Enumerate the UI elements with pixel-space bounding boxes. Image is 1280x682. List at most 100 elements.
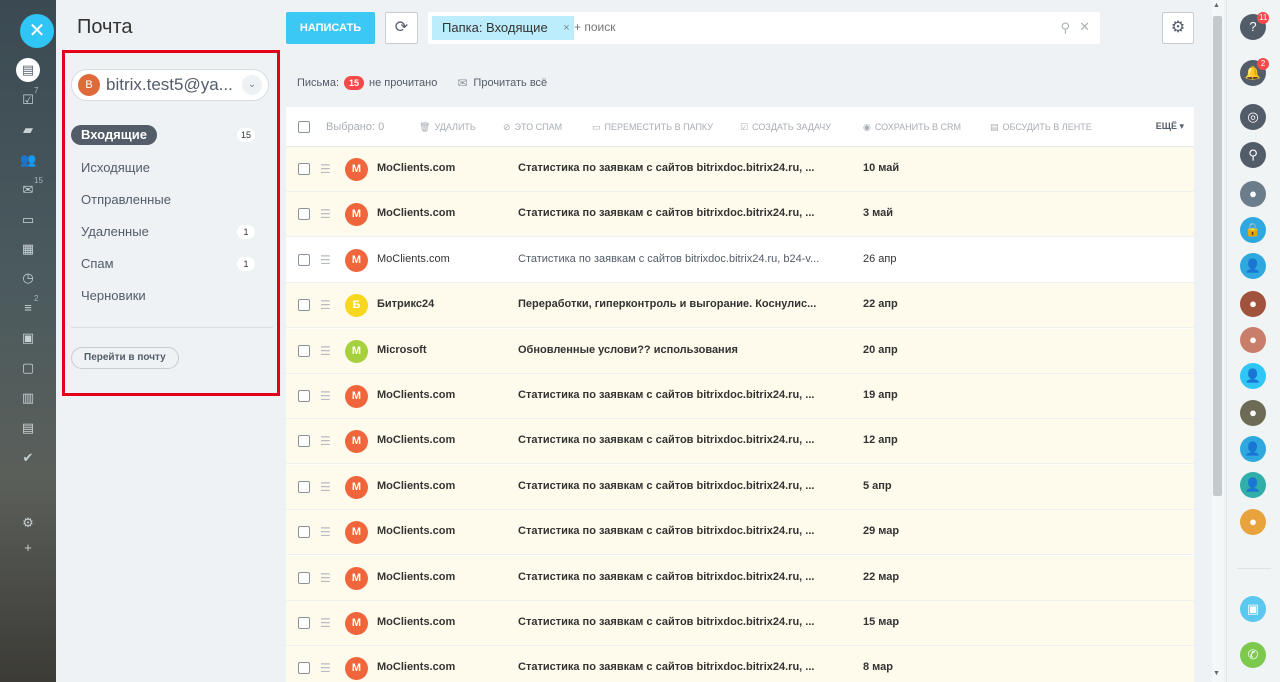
chevron-down-icon[interactable]: ⌄	[242, 75, 262, 95]
contacts-icon[interactable]: ▤	[20, 420, 36, 436]
table-row[interactable]: ☰ M MoClients.com Статистика по заявкам с с…	[286, 555, 1194, 601]
drag-handle-icon[interactable]: ☰	[320, 525, 331, 539]
folder-item[interactable]: Черновики	[71, 286, 146, 306]
table-row[interactable]: ☰ M MoClients.com Статистика по заявкам с с…	[286, 601, 1194, 646]
scrollbar-thumb[interactable]	[1213, 16, 1222, 496]
contact-avatar-1[interactable]: ●	[1240, 181, 1266, 207]
sites-icon[interactable]: ▢	[20, 360, 36, 376]
settings-gear-icon[interactable]: ⚙	[1162, 12, 1194, 44]
chat-icon[interactable]: ▰	[20, 122, 36, 138]
contact-avatar-8[interactable]: ●	[1240, 509, 1266, 535]
drag-handle-icon[interactable]: ☰	[320, 207, 331, 221]
sender-name[interactable]: Microsoft	[377, 344, 427, 356]
spam-action[interactable]: ⊘ ЭТО СПАМ	[503, 122, 562, 133]
scroll-up-icon[interactable]: ▲	[1213, 2, 1220, 9]
message-subject[interactable]: Статистика по заявкам с сайтов bitrixdoc…	[518, 480, 838, 492]
delete-action[interactable]: 🗑 УДАЛИТЬ	[419, 122, 476, 133]
row-checkbox[interactable]	[298, 435, 310, 448]
drag-handle-icon[interactable]: ☰	[320, 571, 331, 585]
sender-name[interactable]: MoClients.com	[377, 571, 455, 583]
table-row[interactable]: ☰ M MoClients.com Статистика по заявкам с с…	[286, 510, 1194, 556]
sender-name[interactable]: MoClients.com	[377, 434, 455, 446]
unread-label[interactable]: не прочитано	[369, 77, 437, 89]
lock-icon[interactable]: 🔒	[1240, 217, 1266, 243]
table-row[interactable]: ☰ Б Битрикс24 Переработки, гиперконтроль и …	[286, 283, 1194, 329]
row-checkbox[interactable]	[298, 480, 310, 493]
row-checkbox[interactable]	[298, 253, 310, 266]
phone-icon[interactable]: ✆	[1240, 642, 1266, 668]
sender-name[interactable]: MoClients.com	[377, 389, 455, 401]
apps-icon[interactable]: ▣	[20, 330, 36, 346]
settings-icon[interactable]: ⚙	[20, 515, 36, 531]
table-row[interactable]: ☰ M MoClients.com Статистика по заявкам с с…	[286, 419, 1194, 465]
crm-contact-icon[interactable]: 👤	[1240, 436, 1266, 462]
row-checkbox[interactable]	[298, 526, 310, 539]
drag-handle-icon[interactable]: ☰	[320, 162, 331, 176]
time-icon[interactable]: ◷	[20, 270, 36, 286]
refresh-icon[interactable]: ⟳	[385, 12, 418, 44]
message-subject[interactable]: Статистика по заявкам с сайтов bitrixdoc…	[518, 616, 838, 628]
message-subject[interactable]: Статистика по заявкам с сайтов bitrixdoc…	[518, 253, 838, 265]
search-icon[interactable]: ⚲	[1240, 142, 1266, 168]
message-subject[interactable]: Статистика по заявкам с сайтов bitrixdoc…	[518, 571, 838, 583]
save-crm-action[interactable]: ◉ СОХРАНИТЬ В CRM	[863, 122, 961, 133]
message-subject[interactable]: Статистика по заявкам с сайтов bitrixdoc…	[518, 525, 838, 537]
shop-icon[interactable]: ▥	[20, 390, 36, 406]
message-subject[interactable]: Статистика по заявкам с сайтов bitrixdoc…	[518, 434, 838, 446]
contact-avatar-7[interactable]: 👤	[1240, 472, 1266, 498]
unread-count-badge[interactable]: 15	[344, 76, 365, 90]
drag-handle-icon[interactable]: ☰	[320, 298, 331, 312]
sender-name[interactable]: MoClients.com	[377, 207, 455, 219]
screen-share-icon[interactable]: ▣	[1240, 596, 1266, 622]
row-checkbox[interactable]	[298, 344, 310, 357]
folder-item[interactable]: Спам	[71, 254, 114, 274]
message-subject[interactable]: Обновленные услови?? использования	[518, 344, 838, 356]
row-checkbox[interactable]	[298, 617, 310, 629]
read-all-button[interactable]: ✉ Прочитать всё	[457, 76, 547, 90]
sender-name[interactable]: MoClients.com	[377, 616, 455, 628]
contact-avatar-6[interactable]: ●	[1240, 400, 1266, 426]
plus-icon[interactable]: +	[20, 540, 36, 556]
drag-handle-icon[interactable]: ☰	[320, 389, 331, 403]
remove-filter-icon[interactable]: ×	[563, 16, 569, 40]
sender-name[interactable]: MoClients.com	[377, 525, 455, 537]
move-action[interactable]: ▭ ПЕРЕМЕСТИТЬ В ПАПКУ	[592, 122, 713, 133]
compose-button[interactable]: НАПИСАТЬ	[286, 12, 375, 44]
table-row[interactable]: ☰ M MoClients.com Статистика по заявкам с с…	[286, 147, 1194, 192]
table-row[interactable]: ☰ M MoClients.com Статистика по заявкам с с…	[286, 464, 1194, 510]
open-lines-icon[interactable]: ◎	[1240, 104, 1266, 130]
folder-item[interactable]: Отправленные	[71, 190, 171, 210]
row-checkbox[interactable]	[298, 163, 310, 175]
search-bar[interactable]: Папка: Входящие × ⚲ ✕	[428, 12, 1100, 44]
contact-avatar-5[interactable]: 👤	[1240, 363, 1266, 389]
table-row[interactable]: ☰ M MoClients.com Статистика по заявкам с с…	[286, 374, 1194, 419]
table-row[interactable]: ☰ M MoClients.com Статистика по заявкам с с…	[286, 192, 1194, 238]
create-task-action[interactable]: ☑ СОЗДАТЬ ЗАДАЧУ	[740, 122, 831, 133]
sender-name[interactable]: MoClients.com	[377, 661, 455, 673]
filter-tag[interactable]: Папка: Входящие ×	[432, 16, 574, 40]
table-row[interactable]: ☰ M MoClients.com Статистика по заявкам с с…	[286, 646, 1194, 682]
sender-name[interactable]: Битрикс24	[377, 298, 434, 310]
check-icon[interactable]: ✔	[20, 450, 36, 466]
drag-handle-icon[interactable]: ☰	[320, 616, 331, 630]
table-row[interactable]: ☰ M MoClients.com Статистика по заявкам с с…	[286, 237, 1194, 283]
row-checkbox[interactable]	[298, 208, 310, 221]
calendar-icon[interactable]: ▦	[20, 241, 36, 257]
drag-handle-icon[interactable]: ☰	[320, 434, 331, 448]
feed-icon[interactable]: ▤	[16, 58, 40, 82]
message-subject[interactable]: Статистика по заявкам с сайтов bitrixdoc…	[518, 389, 838, 401]
search-icon[interactable]: ⚲	[1060, 20, 1070, 36]
folder-item[interactable]: Удаленные	[71, 222, 149, 242]
message-subject[interactable]: Статистика по заявкам с сайтов bitrixdoc…	[518, 207, 838, 219]
folder-item[interactable]: Исходящие	[71, 158, 150, 178]
drive-icon[interactable]: ▭	[20, 212, 36, 228]
message-subject[interactable]: Статистика по заявкам с сайтов bitrixdoc…	[518, 162, 838, 174]
table-row[interactable]: ☰ M Microsoft Обновленные услови?? использо…	[286, 328, 1194, 374]
search-input[interactable]	[574, 20, 1044, 34]
contact-avatar-4[interactable]: ●	[1240, 327, 1266, 353]
contact-avatar-2[interactable]: 👤	[1240, 253, 1266, 279]
message-subject[interactable]: Переработки, гиперконтроль и выгорание. …	[518, 298, 838, 310]
account-selector[interactable]: B bitrix.test5@ya... ⌄	[71, 69, 269, 101]
row-checkbox[interactable]	[298, 390, 310, 402]
row-checkbox[interactable]	[298, 299, 310, 312]
